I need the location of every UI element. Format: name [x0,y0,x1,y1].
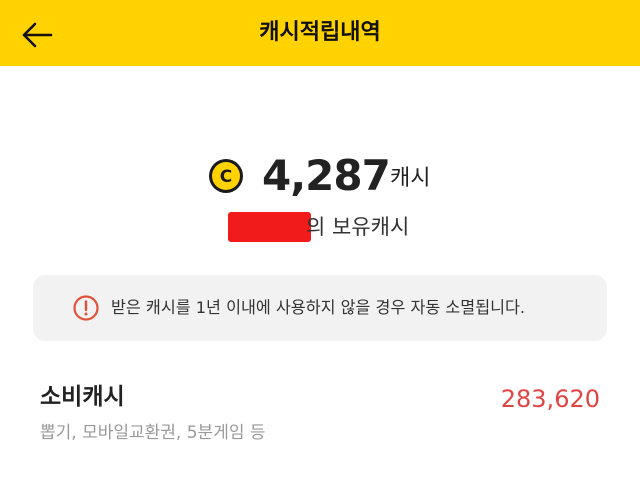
cash-unit: 캐시 [390,166,431,191]
notice-text: 받은 캐시를 1년 이내에 사용하지 않을 경우 자동 소멸됩니다. [111,298,526,317]
coin-letter: C [220,167,232,187]
cash-balance: C 4,287 캐시 [0,150,640,206]
cash-amount: 4,287 [262,151,391,200]
page-title: 캐시적립내역 [259,20,381,45]
owner-line: 의 보유캐시 [0,210,640,244]
spent-cash-value: 283,620 [500,385,600,413]
spent-cash-title: 소비캐시 [40,384,125,410]
top-app-bar: 캐시적립내역 [0,0,640,66]
owner-suffix: 의 보유캐시 [306,215,410,239]
cash-coin-icon: C [209,159,243,193]
spent-cash-description: 뽑기, 모바일교환권, 5분게임 등 [40,423,266,443]
redacted-username [228,212,311,242]
exclamation-circle-icon [73,295,99,321]
spent-cash-row[interactable]: 소비캐시 뽑기, 모바일교환권, 5분게임 등 283,620 [0,380,640,450]
expiry-notice: 받은 캐시를 1년 이내에 사용하지 않을 경우 자동 소멸됩니다. [33,275,607,341]
